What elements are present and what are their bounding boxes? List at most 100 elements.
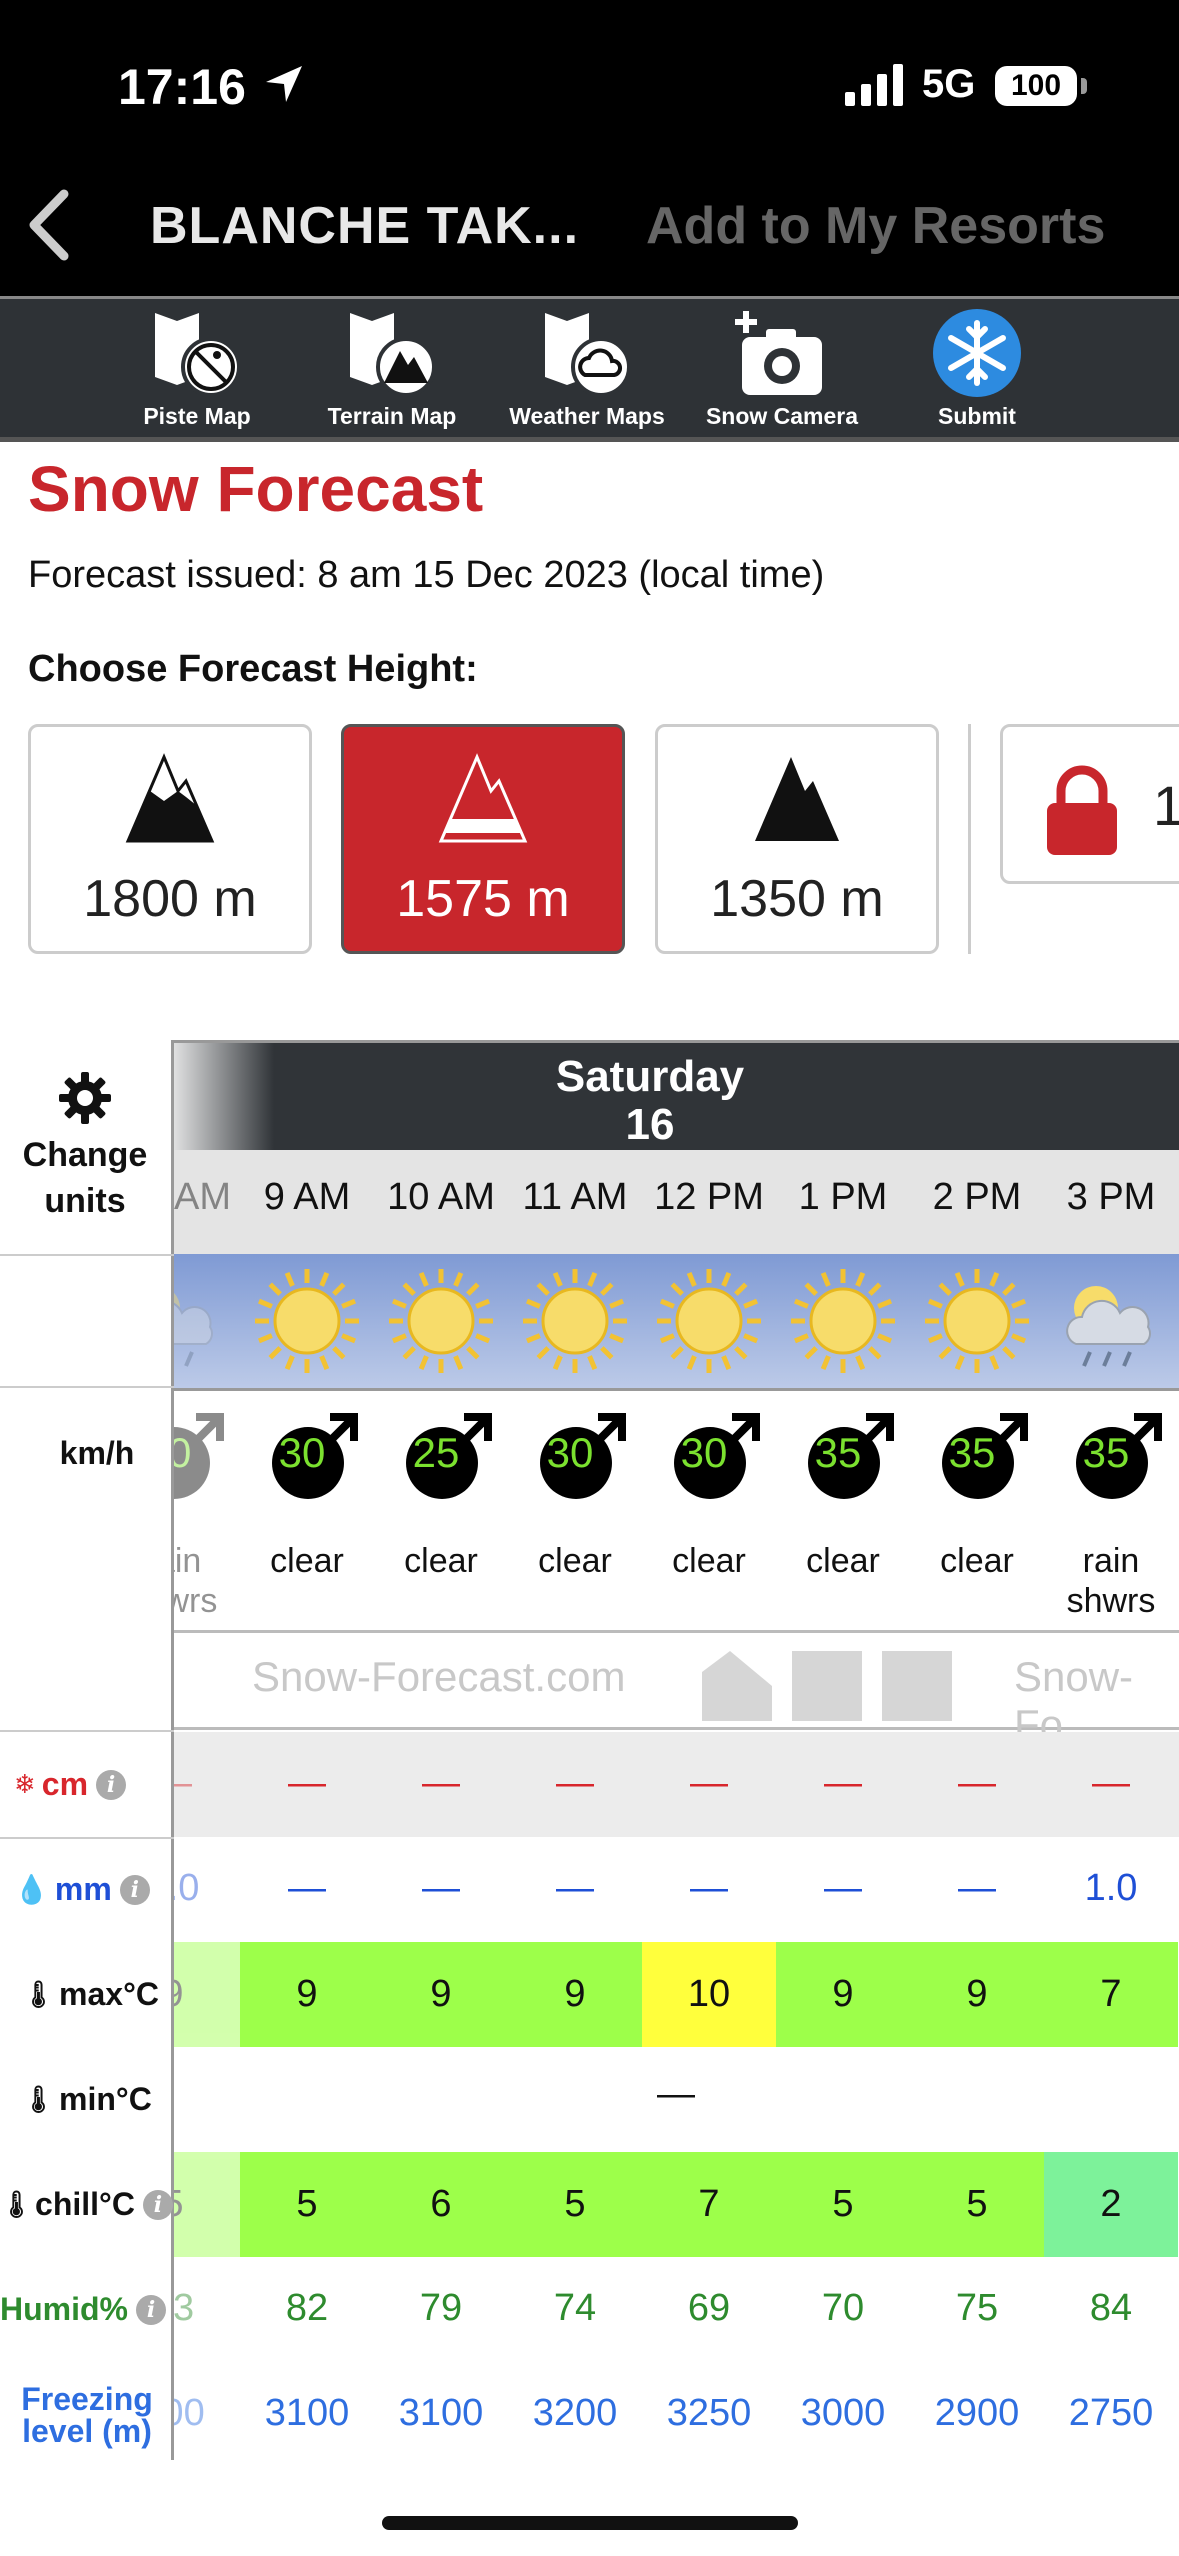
map-toolbar: Piste Map Terrain Map Weather Maps Snow … [0, 296, 1179, 442]
wind-speed: 35 [910, 1409, 1044, 1499]
cloud-rain-icon [174, 1292, 213, 1367]
snow-icon: ❄ [14, 1769, 36, 1799]
hour-label: AM [174, 1176, 231, 1218]
snow-value: — [556, 1762, 594, 1804]
humidity-value: 70 [821, 2287, 865, 2329]
min-temp-row: — [174, 2047, 1179, 2152]
max-temp-value: 10 [642, 1942, 776, 2047]
freezing-level-value: 3250 [666, 2392, 752, 2434]
height-button-bottom[interactable]: 1350 m [655, 724, 939, 954]
weather-maps-icon [545, 313, 631, 397]
condition-label: clear [270, 1542, 344, 1580]
condition-label: rain shwrs [174, 1542, 218, 1620]
height-button-mid[interactable]: 1575 m [341, 724, 625, 954]
snow-value: — [1092, 1762, 1130, 1804]
humidity-value: 75 [955, 2287, 999, 2329]
height-button-top[interactable]: 1800 m [28, 724, 312, 954]
freezing-level-value: 3100 [398, 2392, 484, 2434]
min-temp-value: — [657, 2073, 695, 2115]
time-row: AM 9 AM 10 AM 11 AM 12 PM 1 PM 2 PM 3 PM [174, 1150, 1179, 1254]
chill-value: 5 [910, 2152, 1044, 2257]
snow-camera-button[interactable]: Snow Camera [687, 307, 877, 439]
home-indicator[interactable] [382, 2516, 798, 2530]
condition-label: rain shwrs [1066, 1542, 1156, 1620]
max-temp-value: 7 [1044, 1942, 1178, 2047]
snow-row: — — — — — — — — [174, 1732, 1179, 1837]
condition-label: clear [672, 1542, 746, 1580]
info-icon[interactable]: i [96, 1769, 127, 1800]
mountain-logo-icon [702, 1651, 772, 1721]
chill-value: 7 [642, 2152, 776, 2257]
chill-value: 5 [240, 2152, 374, 2257]
height-divider [968, 724, 971, 954]
snow-value: — [174, 1762, 240, 1805]
chill-value: 5 [174, 2152, 240, 2257]
hour-label: 10 AM [387, 1176, 495, 1218]
hour-label: 11 AM [522, 1176, 628, 1218]
info-icon[interactable]: i [142, 2189, 173, 2220]
humidity-value: 82 [285, 2287, 329, 2329]
wind-speed-value: 30 [546, 1429, 594, 1476]
wind-speed: 35 [1044, 1409, 1178, 1499]
humidity-value: 69 [687, 2287, 731, 2329]
snow-value: — [824, 1762, 862, 1804]
rain-row: 1.0 — — — — — — 1.0 [174, 1837, 1179, 1942]
piste-map-button[interactable]: Piste Map [102, 307, 292, 439]
max-temp-value: 9 [174, 1942, 240, 2047]
change-units-button[interactable]: Change units [0, 1070, 170, 1224]
day-header: Saturday 16 [174, 1040, 1179, 1153]
forecast-table[interactable]: Saturday 16 AM 9 AM 10 AM 11 AM 12 PM 1 PM 2 PM… [174, 1040, 1179, 2460]
humidity-value: 84 [1089, 2287, 1133, 2329]
mountain-top-icon [125, 753, 215, 843]
rain-value: — [288, 1867, 326, 1909]
snow-value: — [422, 1762, 460, 1804]
terrain-map-button[interactable]: Terrain Map [297, 307, 487, 439]
max-temp-row-label: 🌡 max°C [22, 1976, 159, 2012]
chill-value: 5 [776, 2152, 910, 2257]
freezing-level-value: 100 [174, 2392, 205, 2434]
snow-value: — [690, 1762, 728, 1804]
humidity-value: 79 [419, 2287, 463, 2329]
max-temp-value: 9 [374, 1942, 508, 2047]
freezing-level-row: 100 3100 3100 3200 3250 3000 2900 2750 [174, 2362, 1179, 2460]
gear-icon [59, 1072, 111, 1124]
sun-icon [389, 1269, 493, 1373]
freezing-level-value: 3100 [264, 2392, 350, 2434]
info-icon[interactable]: i [136, 2294, 166, 2325]
battery-icon: 100 [995, 66, 1077, 106]
snowflake-logo-icon [882, 1651, 952, 1721]
choose-height-label: Choose Forecast Height: [28, 648, 478, 690]
thermometer-icon: 🌡 [22, 2084, 56, 2114]
snow-value: — [958, 1762, 996, 1804]
humidity-value: 74 [553, 2287, 597, 2329]
lock-icon [1047, 765, 1117, 855]
hour-label: 2 PM [932, 1176, 1022, 1218]
sun-icon [925, 1269, 1029, 1373]
day-name: Saturday [555, 1052, 745, 1101]
humidity-value: 83 [174, 2287, 195, 2329]
location-arrow-icon [266, 66, 302, 102]
weather-maps-button[interactable]: Weather Maps [492, 307, 682, 439]
humidity-row: 83 82 79 74 69 70 75 84 [174, 2257, 1179, 2362]
thermometer-icon: 🌡 [0, 2189, 34, 2219]
status-time: 17:16 [118, 59, 246, 115]
freezing-level-row-label: Freezing level (m) [21, 2380, 153, 2449]
sun-icon [657, 1269, 761, 1373]
info-icon[interactable]: i [119, 1874, 150, 1905]
rain-row-label: 💧 mm i [0, 1837, 174, 1942]
top-bar: 17:16 5G 100 BLANCHE TAK... Add to My Re… [0, 0, 1179, 296]
rain-value: 1.0 [1084, 1867, 1138, 1909]
snow-value: — [288, 1762, 326, 1804]
submit-button[interactable]: Submit [882, 307, 1072, 439]
add-to-my-resorts-button[interactable]: Add to My Resorts [646, 196, 1105, 256]
wind-speed-value: 25 [412, 1429, 460, 1476]
rain-value: — [958, 1867, 996, 1909]
condition-label: clear [806, 1542, 880, 1580]
wind-speed: 30 [642, 1409, 776, 1499]
locked-height-button[interactable]: 1 [1000, 724, 1179, 884]
wind-speed: 30 [174, 1409, 240, 1499]
wind-speed-value: 30 [174, 1429, 192, 1476]
sun-icon [255, 1269, 359, 1373]
download-logo-icon [792, 1651, 862, 1721]
back-chevron-icon[interactable] [24, 188, 74, 262]
